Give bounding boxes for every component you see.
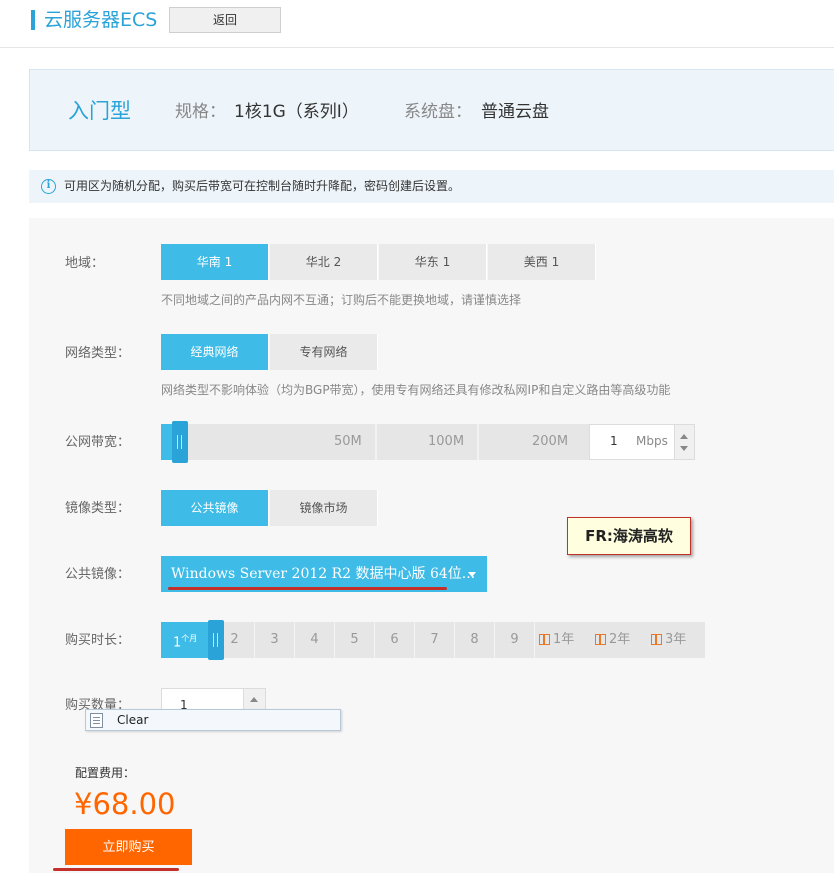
duration-option-month[interactable]: 4 [295, 622, 335, 658]
network-hint: 网络类型不影响体验（均为BGP带宽），使用专有网络还具有修改私网IP和自定义路由… [161, 383, 671, 397]
image-type-label: 镜像类型： [65, 501, 131, 516]
bandwidth-slider-divider [477, 424, 479, 460]
duration-label: 购买时长： [65, 633, 131, 648]
bandwidth-slider-handle[interactable] [172, 421, 188, 463]
network-option-vpc[interactable]: 专有网络 [270, 334, 378, 370]
public-image-value: Windows Server 2012 R2 数据中心版 64位... [171, 566, 476, 582]
buy-now-button[interactable]: 立即购买 [65, 829, 192, 865]
spec-value: 1核1G（系列I） [234, 102, 359, 122]
region-option-south-1[interactable]: 华南 1 [161, 244, 269, 280]
spec-label: 规格： [175, 102, 226, 122]
duration-option-month[interactable]: 6 [375, 622, 415, 658]
duration-slider-handle[interactable] [208, 620, 224, 660]
page-title: 云服务器ECS [44, 9, 158, 31]
info-notice: i 可用区为随机分配，购买后带宽可在控制台随时升降配，密码创建后设置。 [29, 170, 834, 203]
gift-icon [651, 634, 662, 645]
bandwidth-value: 1 [610, 434, 618, 448]
annotation-underline [53, 868, 179, 871]
region-option-east-1[interactable]: 华东 1 [379, 244, 487, 280]
bandwidth-input[interactable]: 1 Mbps [589, 424, 675, 460]
config-panel [29, 218, 834, 873]
duration-option-2-year[interactable]: 2年 [593, 622, 647, 658]
autocomplete-clear-item[interactable]: Clear [117, 713, 148, 728]
cost-label: 配置费用： [75, 766, 136, 780]
public-image-label: 公共镜像： [65, 567, 131, 582]
region-option-north-2[interactable]: 华北 2 [270, 244, 378, 280]
decrease-icon[interactable] [680, 446, 688, 451]
increase-icon[interactable] [250, 697, 258, 702]
increase-icon[interactable] [680, 434, 688, 439]
gift-icon [595, 634, 606, 645]
page-header: 云服务器ECS 返回 [0, 0, 834, 48]
duration-option-3-year[interactable]: 3年 [649, 622, 703, 658]
bandwidth-mark-200m: 200M [532, 434, 569, 449]
back-button[interactable]: 返回 [169, 7, 281, 33]
duration-option-month[interactable]: 5 [335, 622, 375, 658]
duration-option-month[interactable]: 3 [255, 622, 295, 658]
duration-option-1-month[interactable]: 1个月 [173, 631, 197, 651]
duration-option-1-year[interactable]: 1年 [537, 622, 591, 658]
image-type-option-market[interactable]: 镜像市场 [270, 490, 378, 526]
info-icon: i [41, 179, 56, 194]
duration-option-month[interactable]: 9 [495, 622, 535, 658]
image-type-option-public[interactable]: 公共镜像 [161, 490, 269, 526]
bandwidth-mark-50m: 50M [334, 434, 362, 449]
annotation-underline [168, 587, 447, 590]
notice-text: 可用区为随机分配，购买后带宽可在控制台随时升降配，密码创建后设置。 [64, 179, 461, 193]
region-option-us-west-1[interactable]: 美西 1 [488, 244, 596, 280]
document-icon [90, 713, 103, 728]
bandwidth-mark-100m: 100M [428, 434, 465, 449]
autocomplete-popup[interactable]: Clear [85, 709, 341, 731]
price-value: ¥68.00 [74, 787, 176, 821]
spec-banner: 入门型 规格： 1核1G（系列I） 系统盘： 普通云盘 [29, 69, 834, 151]
region-label: 地域： [65, 256, 105, 271]
duration-option-month[interactable]: 8 [455, 622, 495, 658]
annotation-note: FR:海涛高软 [567, 517, 691, 555]
duration-option-month[interactable]: 7 [415, 622, 455, 658]
region-hint: 不同地域之间的产品内网不互通；订购后不能更换地域，请谨慎选择 [161, 293, 522, 307]
disk-value: 普通云盘 [481, 102, 549, 122]
title-accent-bar [31, 10, 35, 30]
bandwidth-label: 公网带宽： [65, 435, 131, 450]
network-label: 网络类型： [65, 346, 131, 361]
network-option-classic[interactable]: 经典网络 [161, 334, 269, 370]
bandwidth-slider-divider [375, 424, 377, 460]
disk-label: 系统盘： [404, 102, 472, 122]
gift-icon [539, 634, 550, 645]
bandwidth-unit: Mbps [636, 434, 668, 448]
chevron-down-icon [468, 572, 476, 577]
bandwidth-stepper[interactable] [675, 424, 695, 460]
instance-type: 入门型 [68, 99, 131, 123]
